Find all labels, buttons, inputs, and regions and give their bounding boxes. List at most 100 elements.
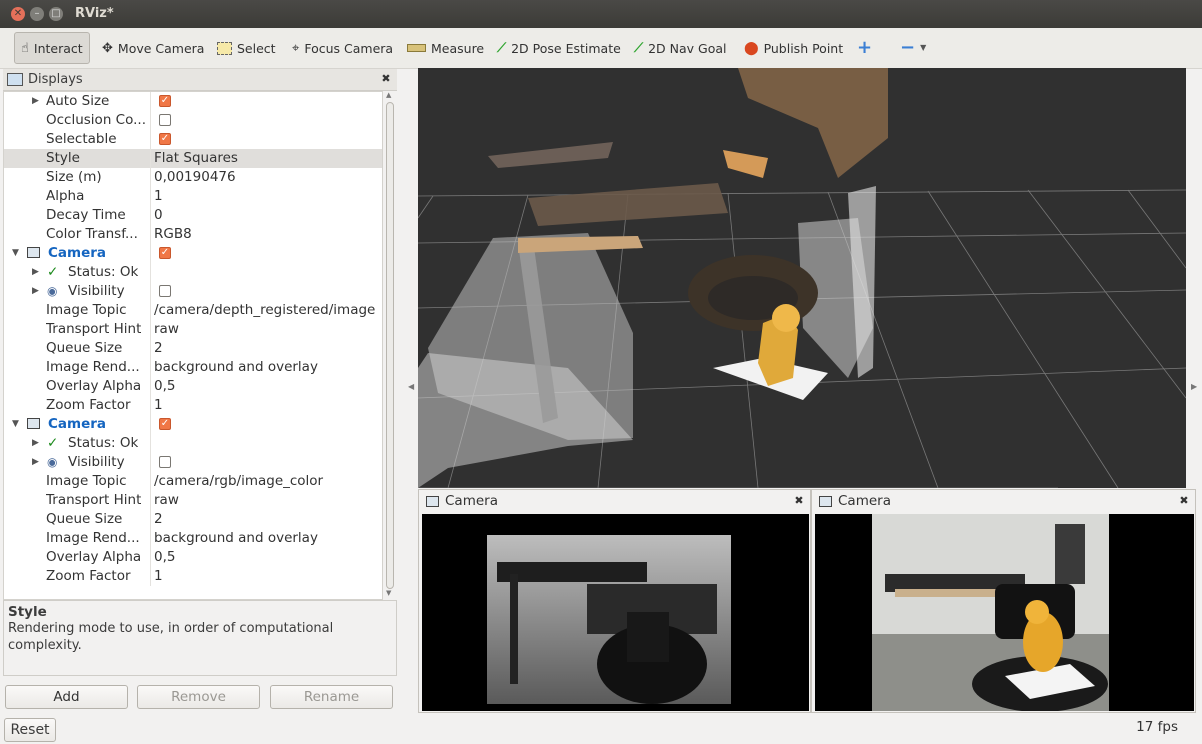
chevron-down-icon: ▼ [920, 43, 927, 52]
property-value[interactable]: 1 [154, 396, 163, 415]
close-window-icon[interactable]: ✕ [11, 7, 25, 21]
scrollbar-thumb[interactable] [386, 102, 394, 589]
expand-arrow-icon[interactable]: ▶ [32, 434, 39, 453]
expand-arrow-icon[interactable]: ▶ [32, 453, 39, 472]
tree-row[interactable]: ▶ ✓ Status: Ok [4, 434, 382, 453]
tree-row[interactable]: Color Transf... RGB8 [4, 225, 382, 244]
checkbox[interactable]: ✓ [159, 133, 171, 145]
tree-row[interactable]: Transport Hint raw [4, 491, 382, 510]
interact-tool-button[interactable]: ☝ Interact [14, 32, 90, 64]
property-value[interactable]: 1 [154, 567, 163, 586]
tree-row[interactable]: ▶ Auto Size ✓ [4, 92, 382, 111]
collapse-left-icon[interactable]: ◀ [408, 382, 414, 391]
focus-camera-tool-button[interactable]: ⌖ Focus Camera [292, 35, 393, 61]
property-value[interactable]: 2 [154, 339, 163, 358]
tree-row[interactable]: ▶ ◉ Visibility [4, 453, 382, 472]
property-value[interactable]: 0,00190476 [154, 168, 236, 187]
property-name: Alpha [46, 188, 85, 204]
add-button[interactable]: Add [5, 685, 128, 709]
property-value[interactable]: 0,5 [154, 377, 175, 396]
tree-row[interactable]: Queue Size 2 [4, 339, 382, 358]
minimize-window-icon[interactable]: – [30, 7, 44, 21]
tree-row[interactable]: Image Topic /camera/depth_registered/ima… [4, 301, 382, 320]
3d-viewport[interactable] [418, 68, 1186, 488]
tree-row[interactable]: Alpha 1 [4, 187, 382, 206]
tree-row[interactable]: Zoom Factor 1 [4, 396, 382, 415]
tree-row[interactable]: ▶ ✓ Status: Ok [4, 263, 382, 282]
nav-goal-arrow-icon: ⟋ [634, 40, 644, 56]
tree-row[interactable]: Image Topic /camera/rgb/image_color [4, 472, 382, 491]
remove-tool-menu[interactable]: − ▼ [900, 35, 926, 61]
property-value[interactable]: 1 [154, 187, 163, 206]
close-panel-icon[interactable]: ✖ [380, 73, 392, 85]
close-panel-icon[interactable]: ✖ [1178, 495, 1190, 507]
tree-row[interactable]: Size (m) 0,00190476 [4, 168, 382, 187]
tree-row[interactable]: Transport Hint raw [4, 320, 382, 339]
property-name: Queue Size [46, 511, 123, 527]
property-name: Style [46, 150, 80, 166]
move-camera-label: Move Camera [117, 40, 205, 56]
add-tool-button[interactable]: + [857, 35, 872, 61]
property-value[interactable]: /camera/depth_registered/image [154, 301, 375, 320]
rename-button[interactable]: Rename [270, 685, 393, 709]
property-value[interactable]: Flat Squares [154, 149, 238, 168]
move-camera-tool-button[interactable]: ✥ Move Camera [102, 35, 204, 61]
property-value[interactable]: raw [154, 491, 179, 510]
tree-row-selected[interactable]: Style Flat Squares [4, 149, 382, 168]
property-value[interactable]: 0,5 [154, 548, 175, 567]
close-panel-icon[interactable]: ✖ [793, 495, 805, 507]
tree-row[interactable]: Zoom Factor 1 [4, 567, 382, 586]
left-splitter[interactable]: ◀ [406, 68, 418, 488]
measure-label: Measure [431, 40, 485, 56]
property-value[interactable]: raw [154, 320, 179, 339]
property-value[interactable]: RGB8 [154, 225, 192, 244]
tree-row[interactable]: Decay Time 0 [4, 206, 382, 225]
tree-row[interactable]: ▶ ◉ Visibility [4, 282, 382, 301]
tree-row[interactable]: Overlay Alpha 0,5 [4, 377, 382, 396]
checkbox[interactable] [159, 285, 171, 297]
collapse-arrow-icon[interactable]: ▼ [12, 415, 19, 434]
depth-image-view[interactable] [422, 514, 809, 711]
2d-pose-estimate-tool-button[interactable]: ⟋ 2D Pose Estimate [497, 35, 621, 61]
collapse-arrow-icon[interactable]: ▼ [12, 244, 19, 263]
tree-row-display[interactable]: ▼ Camera ✓ [4, 244, 382, 263]
right-splitter[interactable]: ▶ [1188, 68, 1202, 488]
checkbox[interactable]: ✓ [159, 418, 171, 430]
tree-row[interactable]: Image Rend... background and overlay [4, 529, 382, 548]
expand-arrow-icon[interactable]: ▶ [32, 263, 39, 282]
property-value[interactable]: 2 [154, 510, 163, 529]
rgb-image-view[interactable] [815, 514, 1194, 711]
select-tool-button[interactable]: Select [217, 35, 276, 61]
measure-tool-button[interactable]: Measure [407, 35, 484, 61]
tree-scrollbar[interactable]: ▲ ▼ [383, 91, 397, 598]
focus-camera-label: Focus Camera [304, 40, 394, 56]
tree-row-display[interactable]: ▼ Camera ✓ [4, 415, 382, 434]
reset-button[interactable]: Reset [4, 718, 56, 742]
checkbox[interactable]: ✓ [159, 95, 171, 107]
checkbox[interactable] [159, 114, 171, 126]
tree-row[interactable]: Occlusion Co... [4, 111, 382, 130]
property-value[interactable]: background and overlay [154, 529, 318, 548]
property-name: Transport Hint [46, 321, 142, 337]
tree-row[interactable]: Queue Size 2 [4, 510, 382, 529]
maximize-window-icon[interactable]: □ [49, 7, 63, 21]
remove-button[interactable]: Remove [137, 685, 260, 709]
interact-icon: ☝ [21, 40, 29, 56]
check-status-icon: ✓ [47, 264, 59, 280]
checkbox[interactable] [159, 456, 171, 468]
expand-arrow-icon[interactable]: ▶ [32, 92, 39, 111]
checkbox[interactable]: ✓ [159, 247, 171, 259]
publish-point-tool-button[interactable]: ⬤ Publish Point [744, 35, 843, 61]
tree-row[interactable]: Selectable ✓ [4, 130, 382, 149]
tree-row[interactable]: Overlay Alpha 0,5 [4, 548, 382, 567]
expand-arrow-icon[interactable]: ▶ [32, 282, 39, 301]
scroll-up-icon[interactable]: ▲ [386, 91, 391, 99]
scroll-down-icon[interactable]: ▼ [386, 589, 391, 597]
property-value[interactable]: /camera/rgb/image_color [154, 472, 323, 491]
2d-nav-goal-tool-button[interactable]: ⟋ 2D Nav Goal [634, 35, 727, 61]
pose-arrow-icon: ⟋ [497, 40, 507, 56]
property-value[interactable]: 0 [154, 206, 163, 225]
tree-row[interactable]: Image Rend... background and overlay [4, 358, 382, 377]
collapse-right-icon[interactable]: ▶ [1191, 382, 1197, 391]
property-value[interactable]: background and overlay [154, 358, 318, 377]
